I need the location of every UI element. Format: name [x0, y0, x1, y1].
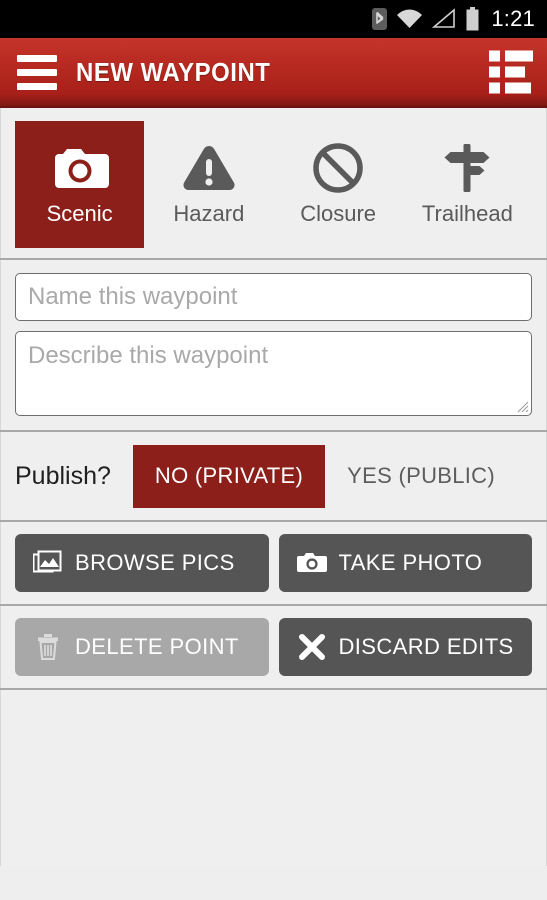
publish-option-no[interactable]: NO (PRIVATE) — [132, 444, 326, 508]
signpost-icon — [439, 137, 495, 199]
warning-triangle-icon — [180, 137, 238, 199]
publish-option-yes[interactable]: YES (PUBLIC) — [325, 445, 517, 508]
trash-icon — [33, 633, 63, 661]
discard-edits-button[interactable]: DISCARD EDITS — [278, 618, 532, 676]
cell-signal-icon — [432, 8, 456, 30]
discard-edits-label: DISCARD EDITS — [338, 634, 514, 659]
no-entry-icon — [311, 137, 365, 199]
publish-section: Publish? NO (PRIVATE) YES (PUBLIC) — [0, 432, 547, 520]
category-selector: Scenic Hazard Closure Trailhead — [0, 108, 547, 258]
close-x-icon — [297, 633, 327, 661]
status-clock: 1:21 — [491, 6, 535, 31]
delete-point-label: DELETE POINT — [75, 634, 239, 659]
empty-space — [0, 690, 547, 866]
take-photo-button[interactable]: TAKE PHOTO — [278, 534, 532, 592]
page-title: NEW WAYPOINT — [76, 56, 271, 87]
waypoint-description-input[interactable] — [15, 331, 532, 416]
category-tab-scenic[interactable]: Scenic — [15, 121, 145, 248]
list-view-icon[interactable] — [489, 50, 533, 94]
hamburger-menu-icon[interactable] — [6, 54, 68, 90]
browse-pics-button[interactable]: BROWSE PICS — [15, 534, 269, 592]
delete-point-button[interactable]: DELETE POINT — [15, 618, 269, 676]
waypoint-name-input[interactable] — [15, 273, 532, 321]
app-screen: 1:21 NEW WAYPOINT Scenic Hazard Closure … — [0, 0, 547, 900]
bluetooth-icon — [372, 8, 388, 30]
wifi-icon — [396, 8, 423, 30]
category-label: Closure — [300, 201, 377, 226]
camera-icon — [47, 137, 113, 199]
category-tabs: Scenic Hazard Closure Trailhead — [1, 108, 546, 258]
action-bar: NEW WAYPOINT — [0, 38, 547, 108]
edit-actions-section: DELETE POINT DISCARD EDITS — [0, 606, 547, 688]
battery-icon — [465, 7, 480, 31]
take-photo-label: TAKE PHOTO — [338, 550, 483, 575]
category-tab-closure[interactable]: Closure — [274, 121, 403, 248]
browse-pics-label: BROWSE PICS — [75, 550, 235, 575]
photo-actions-section: BROWSE PICS TAKE PHOTO — [0, 522, 547, 604]
waypoint-details-section — [0, 260, 547, 430]
camera-icon — [296, 551, 327, 575]
category-tab-hazard[interactable]: Hazard — [144, 121, 273, 248]
category-label: Scenic — [46, 201, 113, 226]
publish-label: Publish? — [15, 461, 111, 490]
category-tab-trailhead[interactable]: Trailhead — [403, 121, 532, 248]
publish-toggle-group: NO (PRIVATE) YES (PUBLIC) — [132, 444, 517, 508]
status-bar: 1:21 — [0, 0, 547, 38]
category-label: Trailhead — [421, 201, 513, 226]
photos-stack-icon — [33, 550, 63, 576]
category-label: Hazard — [173, 201, 245, 226]
